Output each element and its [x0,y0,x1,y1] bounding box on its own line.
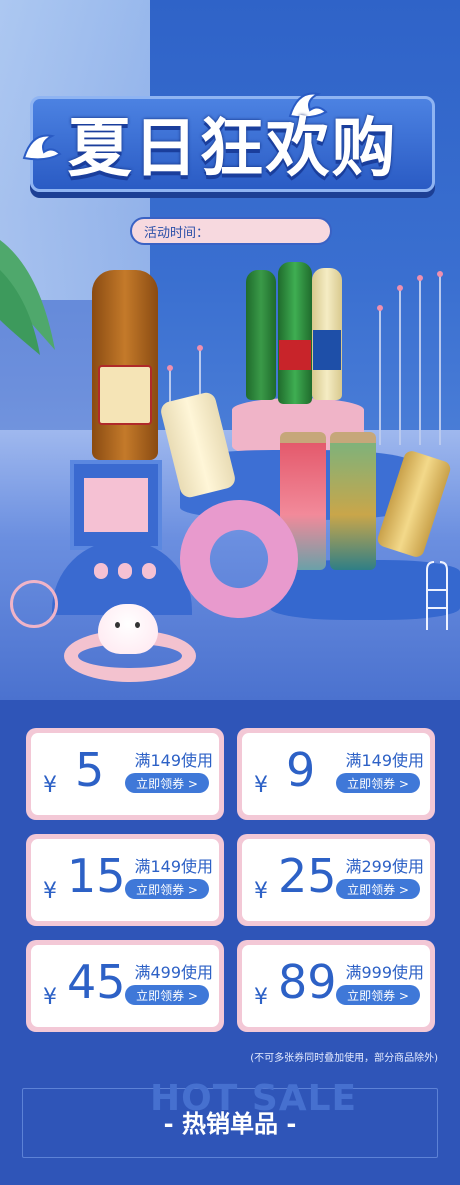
coupon-condition: 满149使用 [345,751,424,770]
coupon-card[interactable]: ¥ 89 满999使用 立即领券 > [237,940,435,1032]
claim-coupon-button[interactable]: 立即领券 > [336,773,420,793]
cage-ball [10,580,58,628]
coupon-amount: 89 [278,955,337,1009]
weisse-label [98,365,152,425]
claim-coupon-button[interactable]: 立即领券 > [125,985,209,1005]
wusu-label [279,340,311,370]
page-title: 夏日狂欢购 [67,112,398,186]
currency-symbol: ¥ [254,773,268,798]
coupon-card[interactable]: ¥ 5 满149使用 立即领券 > [26,728,224,820]
coupon-amount: 9 [286,743,316,797]
currency-symbol: ¥ [254,985,268,1010]
coupon-amount: 25 [278,849,337,903]
coupon-card[interactable]: ¥ 45 满499使用 立即领券 > [26,940,224,1032]
coupon-condition: 满149使用 [134,857,213,876]
claim-coupon-button[interactable]: 立即领券 > [125,773,209,793]
hero-banner: 夏日狂欢购 活动时间： [0,0,460,700]
coupon-amount: 45 [67,955,126,1009]
pool-ladder [426,561,448,630]
activity-time-label: 活动时间： [144,225,210,241]
coupon-condition: 满149使用 [134,751,213,770]
tuborg-bottle [246,270,276,400]
claim-coupon-button[interactable]: 立即领券 > [125,879,209,899]
arch-window [94,563,108,579]
coupon-condition: 满299使用 [345,857,424,876]
cute-mascot-icon [98,604,158,654]
activity-time-field: 活动时间： [130,217,332,245]
claim-coupon-button[interactable]: 立即领券 > [336,985,420,1005]
currency-symbol: ¥ [43,879,57,904]
hot-sale-title: - 热销单品 - [163,1110,297,1138]
coupon-card[interactable]: ¥ 9 满149使用 立即领券 > [237,728,435,820]
blue-bottle-label [313,330,341,370]
arch-window [118,563,132,579]
currency-symbol: ¥ [254,879,268,904]
coupon-card[interactable]: ¥ 15 满149使用 立即领券 > [26,834,224,926]
coupon-note: (不可多张券同时叠加使用，部分商品除外) [250,1053,438,1064]
mascot-eye [115,622,120,628]
coupon-condition: 满499使用 [134,963,213,982]
palm-leaf-icon [0,240,55,355]
wusu-bottle [278,262,312,404]
coupon-amount: 15 [67,849,126,903]
currency-symbol: ¥ [43,773,57,798]
mascot-eye [135,622,140,628]
coupon-condition: 满999使用 [345,963,424,982]
podium-left-box-window [84,478,148,532]
currency-symbol: ¥ [43,985,57,1010]
coupon-card[interactable]: ¥ 25 满299使用 立即领券 > [237,834,435,926]
claim-coupon-button[interactable]: 立即领券 > [336,879,420,899]
arch-window [142,563,156,579]
saddinger-can-green [330,432,376,570]
coupon-amount: 5 [75,743,105,797]
